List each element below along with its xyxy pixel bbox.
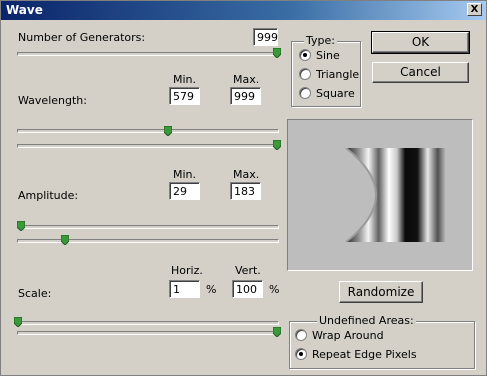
- scale-vert-slider-thumb[interactable]: [273, 327, 281, 337]
- wavelength-max-slider-thumb[interactable]: [273, 140, 281, 150]
- amplitude-min-heading: Min.: [173, 168, 197, 181]
- amplitude-max-input[interactable]: 183: [230, 182, 261, 200]
- scale-horiz-slider-track[interactable]: [17, 321, 279, 325]
- amplitude-max-slider-track[interactable]: [17, 239, 279, 243]
- scale-vert-input[interactable]: 100: [232, 280, 263, 298]
- amplitude-min-slider-track[interactable]: [17, 225, 279, 229]
- scale-label: Scale:: [18, 287, 52, 300]
- scale-vert-heading: Vert.: [235, 264, 261, 277]
- wavelength-min-slider-track[interactable]: [17, 129, 279, 133]
- amplitude-min-slider-thumb[interactable]: [17, 221, 25, 231]
- wavelength-max-slider-track[interactable]: [17, 144, 279, 148]
- undefined-areas-legend: Undefined Areas:: [317, 314, 416, 327]
- repeat-edge-pixels-label[interactable]: Repeat Edge Pixels: [312, 348, 417, 361]
- scale-horiz-input[interactable]: 1: [169, 280, 200, 298]
- wrap-around-radio[interactable]: [295, 329, 307, 341]
- amplitude-max-slider-thumb[interactable]: [61, 235, 69, 245]
- scale-horiz-slider-thumb[interactable]: [14, 317, 22, 327]
- type-triangle-radio[interactable]: [299, 68, 311, 80]
- scale-vert-unit: %: [269, 283, 280, 296]
- repeat-edge-pixels-radio[interactable]: [295, 348, 307, 360]
- generators-label: Number of Generators:: [18, 31, 146, 44]
- type-legend: Type:: [304, 34, 337, 47]
- ok-button[interactable]: OK: [371, 31, 470, 54]
- wavelength-min-input[interactable]: 579: [169, 87, 200, 105]
- cancel-button[interactable]: Cancel: [372, 62, 469, 83]
- type-sine-label[interactable]: Sine: [316, 49, 340, 62]
- wave-preview-image: [345, 148, 446, 242]
- amplitude-max-heading: Max.: [233, 168, 260, 181]
- generators-input[interactable]: 999: [253, 28, 278, 46]
- scale-vert-slider-track[interactable]: [17, 331, 279, 335]
- wrap-around-label[interactable]: Wrap Around: [312, 329, 384, 342]
- preview-pane[interactable]: [287, 119, 473, 271]
- generators-slider-thumb[interactable]: [273, 48, 281, 58]
- title-bar[interactable]: Wave X: [1, 1, 486, 20]
- type-sine-radio[interactable]: [299, 49, 311, 61]
- amplitude-label: Amplitude:: [18, 189, 79, 202]
- type-square-radio[interactable]: [299, 87, 311, 99]
- wavelength-min-slider-thumb[interactable]: [164, 126, 172, 136]
- wavelength-max-input[interactable]: 999: [230, 87, 261, 105]
- randomize-button[interactable]: Randomize: [339, 281, 423, 303]
- close-button[interactable]: X: [467, 3, 482, 16]
- type-triangle-label[interactable]: Triangle: [316, 68, 359, 81]
- wave-dialog: Wave X Number of Generators: 999 Min. Ma…: [0, 0, 487, 376]
- scale-horiz-heading: Horiz.: [171, 264, 203, 277]
- wavelength-label: Wavelength:: [18, 94, 87, 107]
- wavelength-min-heading: Min.: [173, 73, 197, 86]
- scale-horiz-unit: %: [206, 283, 217, 296]
- type-square-label[interactable]: Square: [316, 87, 355, 100]
- wavelength-max-heading: Max.: [233, 73, 260, 86]
- generators-slider-track[interactable]: [17, 52, 279, 56]
- amplitude-min-input[interactable]: 29: [169, 182, 200, 200]
- dialog-title: Wave: [6, 3, 43, 17]
